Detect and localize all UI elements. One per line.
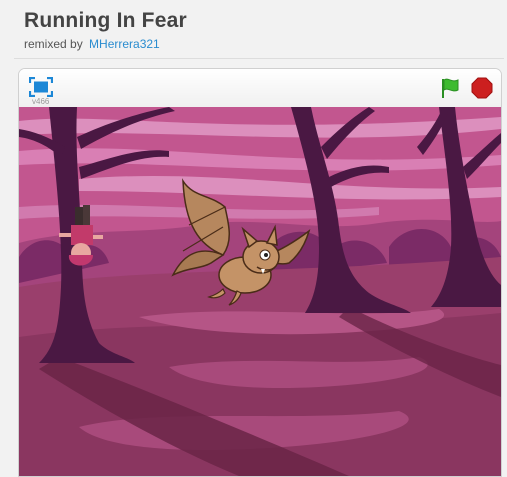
author-link[interactable]: MHerrera321: [89, 37, 160, 51]
project-player: v466: [18, 68, 502, 477]
fullscreen-icon[interactable]: [29, 77, 53, 97]
divider: [14, 58, 504, 59]
byline: remixed by MHerrera321: [24, 37, 160, 51]
project-title: Running In Fear: [24, 9, 187, 32]
stage[interactable]: [19, 107, 501, 476]
stop-icon[interactable]: [471, 77, 493, 99]
green-flag-icon[interactable]: [439, 77, 461, 99]
player-controls: v466: [19, 69, 501, 108]
remixed-by-label: remixed by: [24, 37, 83, 51]
project-header: Running In Fear remixed by MHerrera321: [0, 0, 507, 56]
stage-scene: [19, 107, 501, 476]
version-label: v466: [32, 97, 50, 106]
